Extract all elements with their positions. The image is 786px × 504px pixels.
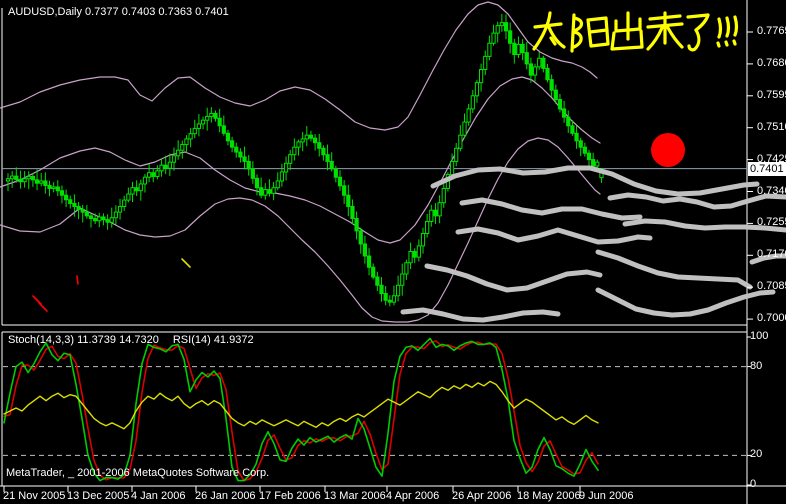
time-axis-label: 9 Jun 2006 [579,490,634,502]
metatrader-window: AUDUSD,Daily 0.7377 0.7403 0.7363 0.7401… [0,0,786,504]
cloud-drawing[interactable] [400,165,786,323]
price-axis-label: 0.7595 [757,88,786,101]
pen-marks [32,258,191,312]
chart-canvas[interactable] [0,0,786,504]
price-axis-label: 0.7255 [757,216,786,229]
rsi-label: RSI(14) 41.9372 [172,334,254,346]
time-axis-label: 17 Feb 2006 [259,490,321,502]
indicator-axis-label: 100 [750,330,769,342]
price-axis-label: 0.7085 [757,280,786,293]
time-axis-label: 13 Mar 2006 [324,490,386,502]
time-axis-label: 4 Jan 2006 [131,490,186,502]
indicator-title: Stoch(14,3,3) 11.3739 14.7320 RSI(14) 41.… [8,334,268,347]
watermark: MetaTrader, _ 2001-2006 MetaQuotes Softw… [6,467,270,479]
axis-ticks [3,31,753,492]
time-axis-label: 18 May 2006 [517,490,581,502]
time-axis-label: 26 Apr 2006 [452,490,512,502]
sun-drawing[interactable] [651,133,685,167]
current-price-tag: 0.7401 [748,162,786,176]
price-axis-label: 0.7680 [757,56,786,69]
time-axis-label: 26 Jan 2006 [195,490,256,502]
indicator-axis-label: 20 [750,448,763,461]
price-axis-label: 0.7510 [757,120,786,133]
price-axis-label: 0.7340 [757,184,786,197]
time-axis-label: 13 Dec 2005 [67,490,130,502]
candlestick-series [5,14,604,307]
price-axis-label: 0.7000 [757,312,786,325]
price-axis-label: 0.7765 [757,25,786,37]
time-axis-label: 21 Nov 2005 [3,490,66,502]
indicator-axis-label: 80 [750,359,763,372]
chart-title: AUDUSD,Daily 0.7377 0.7403 0.7363 0.7401 [8,6,229,18]
indicator-axis-label: 0 [750,478,757,490]
handwritten-caption[interactable] [532,11,739,53]
indicator-level-lines [3,366,746,456]
stochastic-lines [3,337,599,482]
price-axis-label: 0.7170 [757,248,786,261]
time-axis-label: 4 Apr 2006 [386,490,440,502]
stoch-label: Stoch(14,3,3) 11.3739 14.7320 [8,334,159,346]
